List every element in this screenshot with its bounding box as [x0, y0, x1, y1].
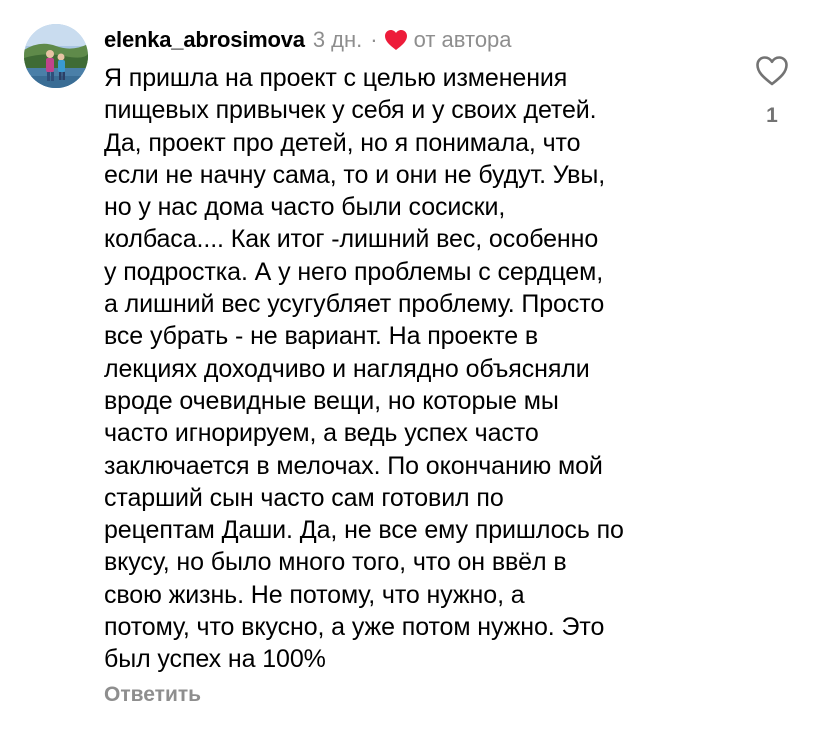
reply-button[interactable]: Ответить: [104, 683, 201, 707]
meta-separator: ·: [370, 27, 378, 52]
comment-header: elenka_abrosimova 3 дн. · от автора: [104, 24, 512, 56]
heart-outline-icon[interactable]: [755, 55, 789, 87]
author-badge: от автора: [413, 27, 512, 52]
username[interactable]: elenka_abrosimova: [104, 27, 305, 53]
avatar-image: [24, 24, 88, 88]
like-count: 1: [766, 104, 778, 127]
heart-filled-icon: [384, 29, 408, 51]
comment-time: 3 дн.: [312, 27, 363, 52]
avatar[interactable]: [24, 24, 88, 88]
comment-text: Я пришла на проект с целью изменения пищ…: [104, 64, 624, 674]
